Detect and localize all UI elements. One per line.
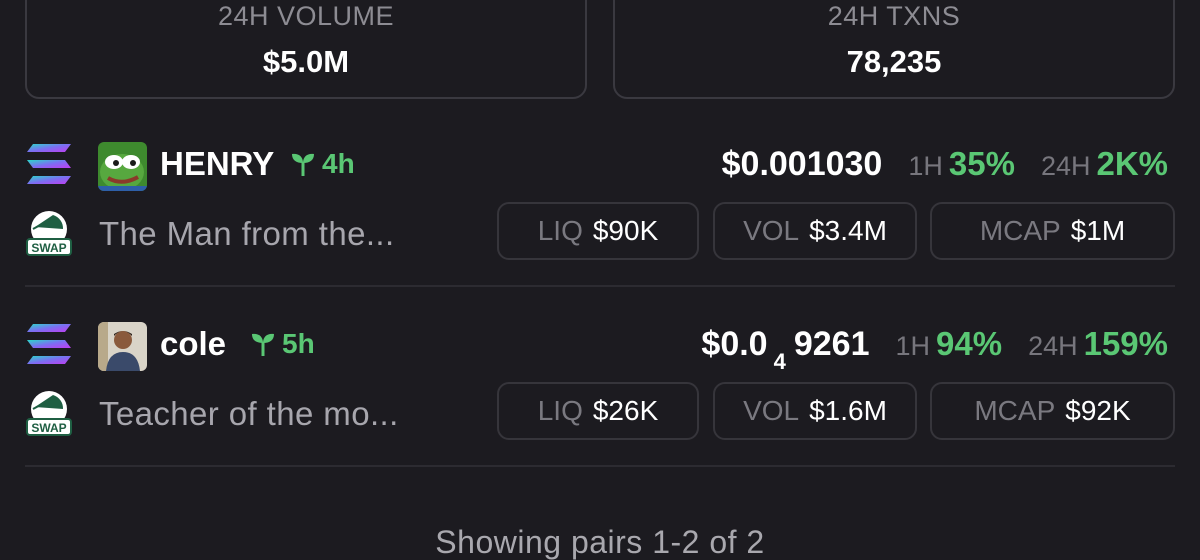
- vol-label: VOL: [743, 215, 800, 246]
- change-1h-label: 1H: [895, 331, 930, 361]
- price-digits: 9261: [793, 325, 870, 363]
- vol-value: $1.6M: [809, 395, 887, 426]
- pair-row[interactable]: HENRY 4h $0.001030 1H 35% 24H 2K% SWAP T…: [0, 122, 1200, 272]
- change-24h-value: 2K%: [1096, 145, 1168, 182]
- mcap-metric: MCAP $1M: [930, 202, 1175, 260]
- txns-value: 78,235: [846, 44, 942, 79]
- volume-metric: VOL $1.6M: [713, 382, 917, 440]
- swap-icon: SWAP: [26, 391, 72, 436]
- price-value: $0.001030: [721, 145, 883, 183]
- liq-label: LIQ: [537, 215, 583, 246]
- token-description: Teacher of the mo...: [99, 395, 399, 432]
- person-photo-avatar: [98, 322, 147, 371]
- liq-label: LIQ: [537, 395, 583, 426]
- pairs-page: 24H VOLUME $5.0M 24H TXNS 78,235 HENRY 4…: [0, 0, 1200, 560]
- change-1h-value: 35%: [948, 145, 1015, 182]
- pair-row[interactable]: cole 5h $0.0 4 9261 1H 94% 24H 159% SWAP…: [0, 302, 1200, 452]
- volume-stat-card: 24H VOLUME $5.0M: [25, 0, 587, 99]
- vol-label: VOL: [743, 395, 800, 426]
- liq-value: $90K: [592, 215, 659, 246]
- price-line: $0.0 4 9261 1H 94% 24H 159%: [701, 324, 1168, 374]
- volume-value: $5.0M: [262, 44, 350, 79]
- price-zero-count: 4: [773, 349, 786, 374]
- solana-icon: [27, 324, 71, 364]
- token-description: The Man from the...: [99, 215, 395, 252]
- solana-icon: [27, 144, 71, 184]
- token-name: HENRY: [160, 145, 275, 182]
- price-line: $0.001030 1H 35% 24H 2K%: [722, 144, 1168, 186]
- volume-label: 24H VOLUME: [217, 1, 395, 31]
- age-value: 5h: [282, 328, 315, 359]
- liq-value: $26K: [592, 395, 659, 426]
- change-1h-label: 1H: [908, 151, 943, 181]
- change-24h-label: 24H: [1028, 331, 1078, 361]
- liquidity-metric: LIQ $26K: [497, 382, 699, 440]
- sprout-icon: [292, 153, 314, 176]
- pagination-status: Showing pairs 1-2 of 2: [435, 524, 765, 560]
- swap-icon: SWAP: [26, 211, 72, 256]
- txns-label: 24H TXNS: [827, 1, 961, 31]
- change-1h-value: 94%: [936, 325, 1003, 362]
- token-age: 4h: [290, 144, 355, 184]
- token-age: 5h: [250, 324, 315, 364]
- sprout-icon: [252, 333, 274, 356]
- mcap-label: MCAP: [974, 395, 1056, 426]
- txns-stat-card: 24H TXNS 78,235: [613, 0, 1175, 99]
- mcap-value: $1M: [1070, 215, 1126, 246]
- price-prefix: $0.0: [701, 325, 768, 363]
- change-24h-value: 159%: [1083, 325, 1168, 362]
- pepe-frog-avatar: [98, 142, 147, 191]
- row-divider: [25, 465, 1175, 467]
- liquidity-metric: LIQ $90K: [497, 202, 699, 260]
- change-24h-label: 24H: [1040, 151, 1091, 181]
- dex-label: SWAP: [31, 241, 66, 255]
- dex-label: SWAP: [31, 421, 66, 435]
- mcap-value: $92K: [1065, 395, 1131, 426]
- age-value: 4h: [322, 148, 355, 179]
- volume-metric: VOL $3.4M: [713, 202, 917, 260]
- vol-value: $3.4M: [809, 215, 887, 246]
- token-name: cole: [160, 325, 227, 362]
- mcap-metric: MCAP $92K: [930, 382, 1175, 440]
- mcap-label: MCAP: [979, 215, 1061, 246]
- row-divider: [25, 285, 1175, 287]
